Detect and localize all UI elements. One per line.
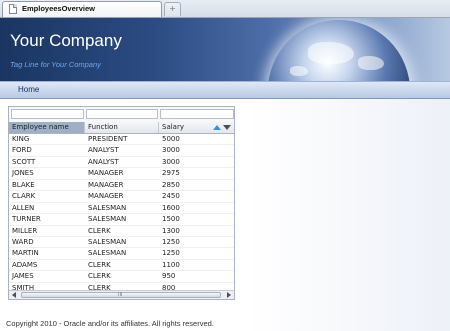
table-row[interactable]: BLAKE MANAGER 2850 xyxy=(9,180,234,192)
cell-employee-name: FORD xyxy=(12,146,32,155)
cell-function: SALESMAN xyxy=(88,215,127,224)
cell-function: MANAGER xyxy=(88,192,124,201)
cell-employee-name: SCOTT xyxy=(12,157,36,166)
cell-employee-name: JONES xyxy=(12,169,34,178)
cell-employee-name: MILLER xyxy=(12,226,38,235)
filter-row xyxy=(9,107,234,122)
cell-salary: 3000 xyxy=(162,146,180,155)
table-header-row: Employee name Function Salary xyxy=(9,122,234,134)
tagline: Tag Line for Your Company xyxy=(10,60,101,69)
table-row[interactable]: FORD ANALYST 3000 xyxy=(9,145,234,157)
cell-employee-name: ADAMS xyxy=(12,260,38,269)
new-tab-button[interactable]: + xyxy=(164,2,181,16)
cell-salary: 950 xyxy=(162,272,176,281)
cell-salary: 1600 xyxy=(162,203,180,212)
sort-ascending-icon[interactable] xyxy=(213,125,221,130)
table-row[interactable]: TURNER SALESMAN 1500 xyxy=(9,214,234,226)
browser-tab-strip: EmployeesOverview + xyxy=(0,0,450,18)
branding-header: Your Company Tag Line for Your Company xyxy=(0,18,450,81)
footer-copyright: Copyright 2010 - Oracle and/or its affil… xyxy=(6,319,214,328)
cell-salary: 1500 xyxy=(162,215,180,224)
cell-salary: 1100 xyxy=(162,260,180,269)
column-header-function[interactable]: Function xyxy=(85,122,159,133)
table-row[interactable]: WARD SALESMAN 1250 xyxy=(9,237,234,249)
table-row[interactable]: ADAMS CLERK 1100 xyxy=(9,260,234,272)
cell-salary: 1250 xyxy=(162,237,180,246)
scroll-left-icon[interactable] xyxy=(12,292,16,298)
scroll-grip: III xyxy=(118,292,123,298)
cell-function: ANALYST xyxy=(88,146,119,155)
cell-employee-name: CLARK xyxy=(12,192,36,201)
cell-function: SALESMAN xyxy=(88,237,127,246)
cell-salary: 2975 xyxy=(162,169,180,178)
scroll-thumb[interactable]: III xyxy=(21,292,221,298)
cell-employee-name: JAMES xyxy=(12,272,34,281)
cell-salary: 1250 xyxy=(162,249,180,258)
cell-function: ANALYST xyxy=(88,157,119,166)
cell-function: SALESMAN xyxy=(88,203,127,212)
employees-table: Employee name Function Salary KING PRESID… xyxy=(8,106,235,300)
cell-salary: 5000 xyxy=(162,135,180,143)
cell-employee-name: ALLEN xyxy=(12,203,35,212)
cell-salary: 2450 xyxy=(162,192,180,201)
cell-salary: 3000 xyxy=(162,157,180,166)
cell-function: CLERK xyxy=(88,272,111,281)
table-row[interactable]: ALLEN SALESMAN 1600 xyxy=(9,203,234,215)
table-row[interactable]: JAMES CLERK 950 xyxy=(9,271,234,283)
table-row[interactable]: JONES MANAGER 2975 xyxy=(9,168,234,180)
salary-filter-input[interactable] xyxy=(160,109,234,119)
cell-function: CLERK xyxy=(88,226,111,235)
cell-salary: 2850 xyxy=(162,180,180,189)
column-header-employee-name[interactable]: Employee name xyxy=(9,122,85,133)
cell-function: MANAGER xyxy=(88,169,124,178)
globe-image xyxy=(268,20,410,81)
table-body: KING PRESIDENT 5000 FORD ANALYST 3000 SCOTT ANA… xyxy=(9,134,234,295)
sort-descending-icon[interactable] xyxy=(223,125,231,130)
nav-home-link[interactable]: Home xyxy=(18,85,39,94)
cell-employee-name: TURNER xyxy=(12,215,41,224)
cell-employee-name: MARTIN xyxy=(12,249,39,258)
navigation-bar: Home xyxy=(0,81,450,99)
cell-function: MANAGER xyxy=(88,180,124,189)
horizontal-scrollbar[interactable]: III xyxy=(9,290,234,299)
cell-employee-name: WARD xyxy=(12,237,34,246)
table-row[interactable]: MARTIN SALESMAN 1250 xyxy=(9,248,234,260)
table-row[interactable]: CLARK MANAGER 2450 xyxy=(9,191,234,203)
company-name: Your Company xyxy=(10,31,122,50)
document-icon xyxy=(9,4,17,14)
table-row[interactable]: SCOTT ANALYST 3000 xyxy=(9,157,234,169)
cell-employee-name: KING xyxy=(12,135,30,143)
table-row[interactable]: MILLER CLERK 1300 xyxy=(9,226,234,237)
cell-function: CLERK xyxy=(88,260,111,269)
function-filter-input[interactable] xyxy=(86,109,158,119)
cell-employee-name: BLAKE xyxy=(12,180,35,189)
employee-name-filter-input[interactable] xyxy=(11,109,84,119)
cell-salary: 1300 xyxy=(162,226,180,235)
cell-function: PRESIDENT xyxy=(88,135,128,143)
tab-title: EmployeesOverview xyxy=(22,4,95,13)
table-row[interactable]: KING PRESIDENT 5000 xyxy=(9,134,234,146)
scroll-right-icon[interactable] xyxy=(227,292,231,298)
tab-employees-overview[interactable]: EmployeesOverview xyxy=(2,1,162,17)
cell-function: SALESMAN xyxy=(88,249,127,258)
